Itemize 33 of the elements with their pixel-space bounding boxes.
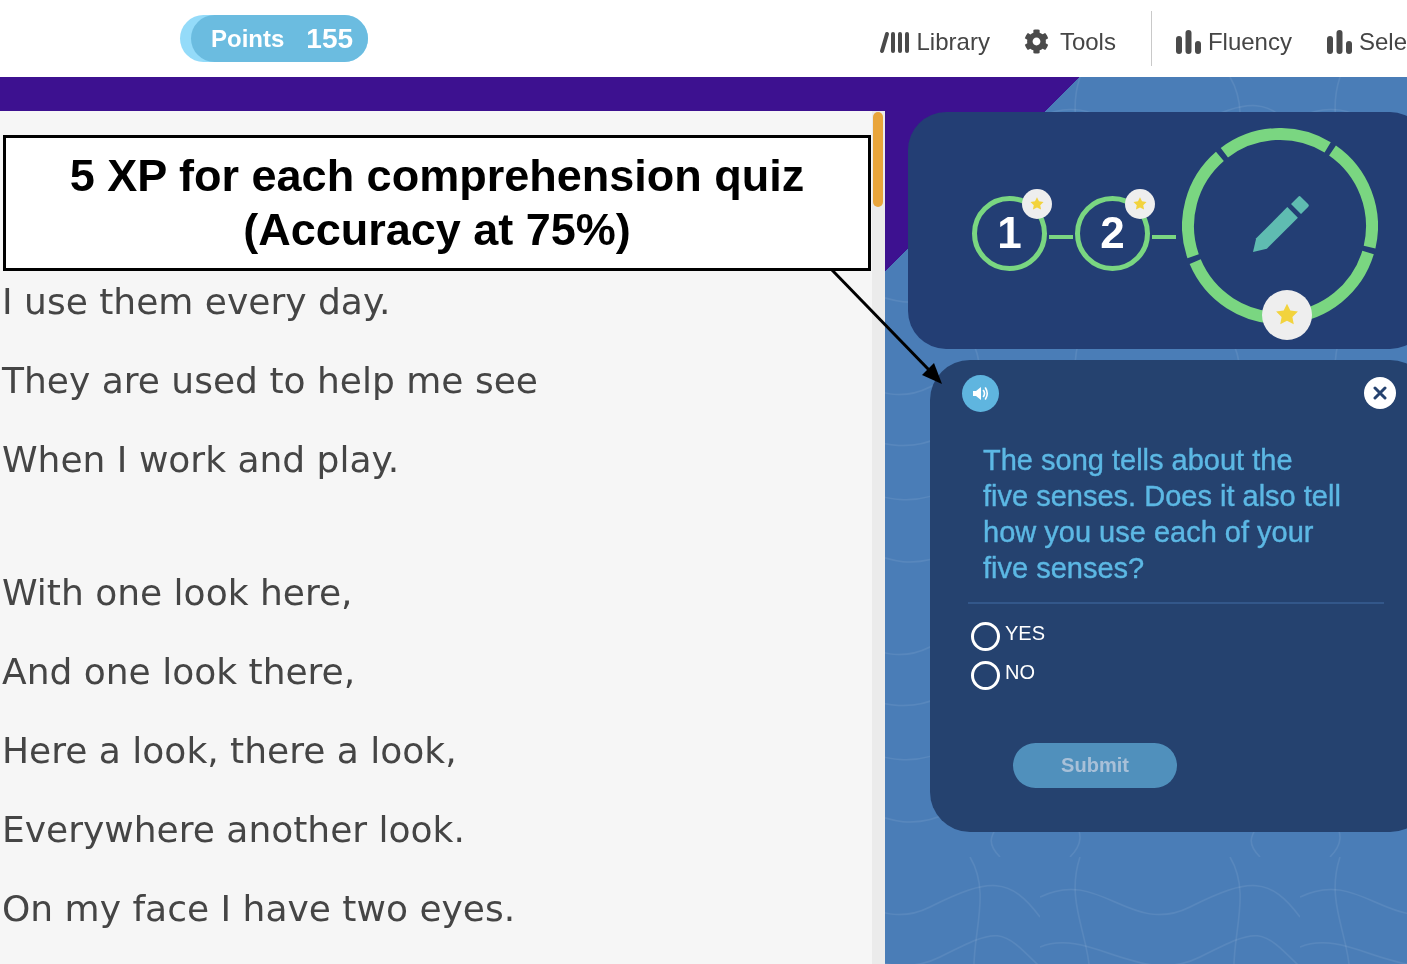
poem-line: And one look there, xyxy=(2,650,357,694)
poem-line: Everywhere another look. xyxy=(2,808,466,852)
close-button[interactable] xyxy=(1364,377,1396,409)
poem-line: When I work and play. xyxy=(2,438,401,482)
poem-line: Here a look, there a look, xyxy=(2,729,458,773)
audio-button[interactable] xyxy=(962,375,999,412)
radio-button[interactable] xyxy=(971,661,1000,690)
settings-icon xyxy=(1023,29,1049,54)
option-label[interactable]: NO xyxy=(1005,661,1035,683)
question-text: The song tells about the five senses. Does it also tell how you use each of your five senses? xyxy=(983,443,1342,586)
step-connector xyxy=(1049,235,1073,239)
points-value: 155 xyxy=(306,22,354,55)
close-icon xyxy=(1373,386,1387,400)
poem-line: With one look here, xyxy=(2,571,354,615)
nav-link[interactable]: Fluency xyxy=(1174,27,1292,56)
annotation-callout: 5 XP for each comprehension quiz (Accuracy at 75%) xyxy=(3,135,871,271)
scrollbar-thumb[interactable] xyxy=(873,112,883,207)
speaker-icon xyxy=(972,386,989,401)
poem-line: They are used to help me see xyxy=(2,359,539,403)
step-connector xyxy=(1152,235,1176,239)
poem-line: On my face I have two eyes. xyxy=(2,887,517,931)
scrollbar-track[interactable] xyxy=(872,111,885,964)
points-label: Points xyxy=(211,24,285,53)
pencil-icon xyxy=(1250,195,1310,255)
nav-link[interactable]: Sele xyxy=(1325,27,1407,56)
library-icon xyxy=(878,29,911,54)
poem-line: I use them every day. xyxy=(2,280,392,324)
radio-button[interactable] xyxy=(971,622,1000,651)
nav-link[interactable]: Tools xyxy=(1023,27,1116,56)
bar-chart-icon xyxy=(1174,28,1202,55)
option-label[interactable]: YES xyxy=(1005,622,1046,644)
nav-link[interactable]: Library xyxy=(878,27,990,56)
bar-chart-icon xyxy=(1325,28,1353,55)
